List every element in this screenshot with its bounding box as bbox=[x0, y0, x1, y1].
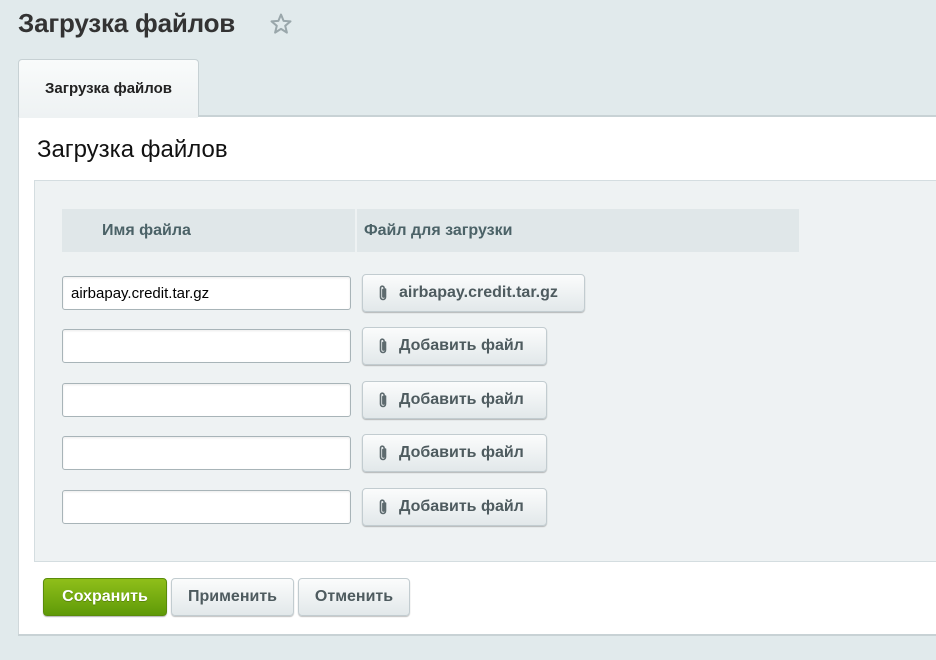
column-header-file-name: Имя файла bbox=[62, 209, 355, 252]
add-file-label: Добавить файл bbox=[399, 444, 524, 461]
file-name-input-2[interactable] bbox=[62, 329, 351, 363]
add-file-button-2[interactable]: Добавить файл bbox=[362, 327, 547, 365]
file-name-input-4[interactable] bbox=[62, 436, 351, 470]
star-icon[interactable] bbox=[269, 12, 293, 36]
tab-file-upload[interactable]: Загрузка файлов bbox=[18, 59, 199, 117]
paperclip-icon bbox=[379, 285, 387, 301]
tab-connector bbox=[19, 114, 198, 118]
cancel-button[interactable]: Отменить bbox=[298, 578, 410, 616]
file-name-input-3[interactable] bbox=[62, 383, 351, 417]
add-file-button-4[interactable]: Добавить файл bbox=[362, 434, 547, 472]
column-header-upload-file: Файл для загрузки bbox=[357, 209, 799, 252]
panel-bottom-border bbox=[18, 634, 936, 636]
add-file-label: Добавить файл bbox=[399, 498, 524, 515]
add-file-label: Добавить файл bbox=[399, 391, 524, 408]
upload-file-button-1[interactable]: airbapay.credit.tar.gz bbox=[362, 274, 585, 312]
apply-button[interactable]: Применить bbox=[171, 578, 294, 616]
page-title: Загрузка файлов bbox=[18, 8, 236, 38]
paperclip-icon bbox=[379, 338, 387, 354]
add-file-button-3[interactable]: Добавить файл bbox=[362, 381, 547, 419]
upload-file-label: airbapay.credit.tar.gz bbox=[399, 284, 558, 301]
paperclip-icon bbox=[379, 445, 387, 461]
paperclip-icon bbox=[379, 392, 387, 408]
file-name-input-1[interactable] bbox=[62, 276, 351, 310]
file-name-input-5[interactable] bbox=[62, 490, 351, 524]
section-title: Загрузка файлов bbox=[37, 136, 228, 163]
add-file-button-5[interactable]: Добавить файл bbox=[362, 488, 547, 526]
paperclip-icon bbox=[379, 499, 387, 515]
add-file-label: Добавить файл bbox=[399, 337, 524, 354]
save-button[interactable]: Сохранить bbox=[43, 578, 167, 616]
